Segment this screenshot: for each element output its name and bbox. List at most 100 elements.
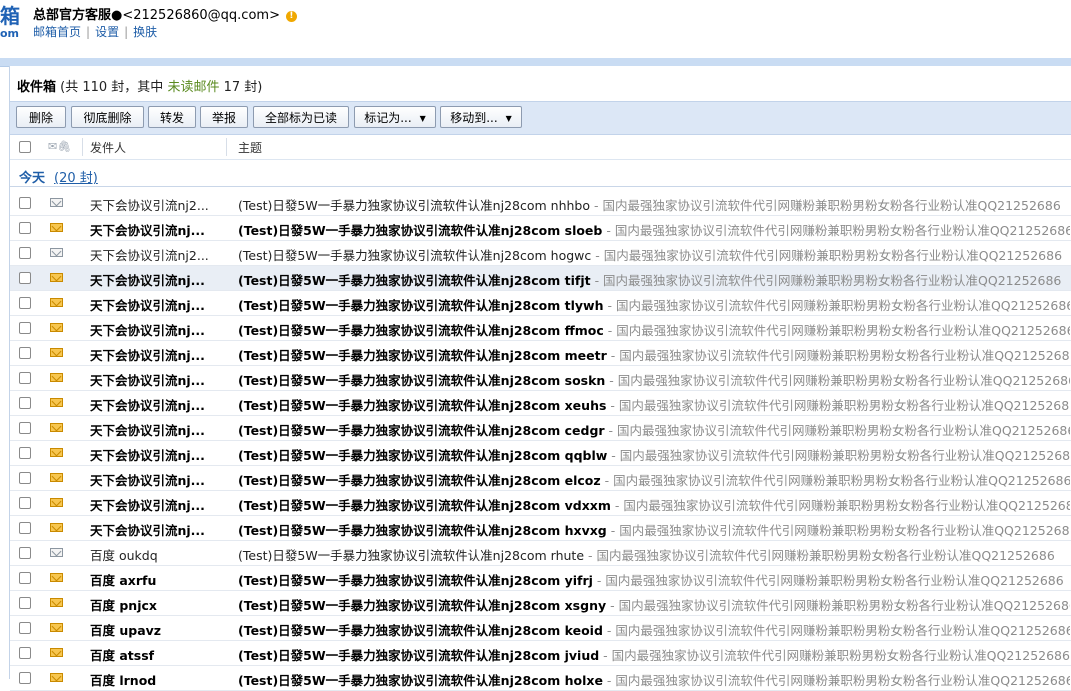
mark-all-read-button[interactable]: 全部标为已读 [253, 106, 349, 128]
report-button[interactable]: 举报 [200, 106, 248, 128]
group-count-link[interactable]: (20 封) [54, 167, 98, 186]
row-checkbox[interactable] [19, 197, 31, 209]
mail-sender[interactable]: 天下会协议引流nj... [90, 320, 220, 339]
row-checkbox[interactable] [19, 397, 31, 409]
mail-sender[interactable]: 天下会协议引流nj... [90, 395, 220, 414]
mail-subject-cell[interactable]: (Test)日發5W一手暴力独家协议引流软件认准nj28com xeuhs - … [238, 395, 1070, 414]
mail-row[interactable]: 天下会协议引流nj... (Test)日發5W一手暴力独家协议引流软件认准nj28… [10, 466, 1071, 491]
row-checkbox[interactable] [19, 372, 31, 384]
link-skin[interactable]: 换肤 [133, 25, 157, 39]
mail-row[interactable]: 天下会协议引流nj... (Test)日發5W一手暴力独家协议引流软件认准nj28… [10, 416, 1071, 441]
mail-sender[interactable]: 天下会协议引流nj... [90, 295, 220, 314]
row-checkbox[interactable] [19, 497, 31, 509]
mail-row[interactable]: 天下会协议引流nj... (Test)日發5W一手暴力独家协议引流软件认准nj28… [10, 366, 1071, 391]
mail-subject-cell[interactable]: (Test)日發5W一手暴力独家协议引流软件认准nj28com jviud - … [238, 645, 1070, 664]
mail-subject-cell[interactable]: (Test)日發5W一手暴力独家协议引流软件认准nj28com yifrj - … [238, 570, 1070, 589]
mail-row[interactable]: 天下会协议引流nj... (Test)日發5W一手暴力独家协议引流软件认准nj28… [10, 341, 1071, 366]
mail-subject-cell[interactable]: (Test)日發5W一手暴力独家协议引流软件认准nj28com hogwc - … [238, 245, 1070, 264]
mark-as-dropdown[interactable]: 标记为... ▼ [354, 106, 436, 128]
row-checkbox[interactable] [19, 272, 31, 284]
select-all-checkbox[interactable] [19, 141, 31, 153]
mail-row[interactable]: 百度 upavz (Test)日發5W一手暴力独家协议引流软件认准nj28com … [10, 616, 1071, 641]
mail-subject-cell[interactable]: (Test)日發5W一手暴力独家协议引流软件认准nj28com qqblw - … [238, 445, 1070, 464]
mail-subject-cell[interactable]: (Test)日發5W一手暴力独家协议引流软件认准nj28com xsgny - … [238, 595, 1070, 614]
warning-icon[interactable]: ! [285, 11, 297, 22]
mail-subject-cell[interactable]: (Test)日發5W一手暴力独家协议引流软件认准nj28com vdxxm - … [238, 495, 1070, 514]
mail-subject-cell[interactable]: (Test)日發5W一手暴力独家协议引流软件认准nj28com hxvxg - … [238, 520, 1070, 539]
mail-sender[interactable]: 天下会协议引流nj... [90, 520, 220, 539]
row-checkbox[interactable] [19, 297, 31, 309]
mail-row[interactable]: 百度 atssf (Test)日發5W一手暴力独家协议引流软件认准nj28com … [10, 641, 1071, 666]
mail-sender[interactable]: 天下会协议引流nj... [90, 420, 220, 439]
row-checkbox[interactable] [19, 247, 31, 259]
row-checkbox[interactable] [19, 647, 31, 659]
mail-subject-cell[interactable]: (Test)日發5W一手暴力独家协议引流软件认准nj28com tlywh - … [238, 295, 1070, 314]
mail-sender[interactable]: 天下会协议引流nj2... [90, 195, 220, 214]
mail-subject-cell[interactable]: (Test)日發5W一手暴力独家协议引流软件认准nj28com soskn - … [238, 370, 1070, 389]
delete-button[interactable]: 删除 [16, 106, 66, 128]
mail-subject-cell[interactable]: (Test)日發5W一手暴力独家协议引流软件认准nj28com keoid - … [238, 620, 1070, 639]
row-checkbox[interactable] [19, 347, 31, 359]
mail-row[interactable]: 百度 pnjcx (Test)日發5W一手暴力独家协议引流软件认准nj28com … [10, 591, 1071, 616]
row-checkbox[interactable] [19, 447, 31, 459]
unread-mail-link[interactable]: 未读邮件 [167, 80, 219, 95]
row-checkbox[interactable] [19, 572, 31, 584]
mail-sender[interactable]: 天下会协议引流nj... [90, 445, 220, 464]
mail-sender[interactable]: 天下会协议引流nj... [90, 220, 220, 239]
row-checkbox[interactable] [19, 422, 31, 434]
mail-sender[interactable]: 百度 upavz [90, 620, 220, 639]
row-checkbox[interactable] [19, 622, 31, 634]
mail-sender[interactable]: 百度 lrnod [90, 670, 220, 689]
mail-sender[interactable]: 百度 pnjcx [90, 595, 220, 614]
mail-subject-cell[interactable]: (Test)日發5W一手暴力独家协议引流软件认准nj28com ffmoc - … [238, 320, 1070, 339]
mail-row[interactable]: 天下会协议引流nj... (Test)日發5W一手暴力独家协议引流软件认准nj28… [10, 316, 1071, 341]
mail-subject-cell[interactable]: (Test)日發5W一手暴力独家协议引流软件认准nj28com sloeb - … [238, 220, 1070, 239]
mail-sender[interactable]: 天下会协议引流nj... [90, 345, 220, 364]
mail-sender[interactable]: 天下会协议引流nj... [90, 370, 220, 389]
envelope-attachment-icon[interactable]: ✉🖇 [48, 140, 71, 153]
mail-row[interactable]: 天下会协议引流nj... (Test)日發5W一手暴力独家协议引流软件认准nj28… [10, 291, 1071, 316]
mail-row[interactable]: 天下会协议引流nj... (Test)日發5W一手暴力独家协议引流软件认准nj28… [10, 216, 1071, 241]
link-mail-home[interactable]: 邮箱首页 [33, 25, 81, 39]
mail-sender[interactable]: 百度 atssf [90, 645, 220, 664]
row-checkbox[interactable] [19, 597, 31, 609]
delete-permanently-button[interactable]: 彻底删除 [71, 106, 144, 128]
mail-subject-cell[interactable]: (Test)日發5W一手暴力独家协议引流软件认准nj28com meetr - … [238, 345, 1070, 364]
mail-row[interactable]: 天下会协议引流nj... (Test)日發5W一手暴力独家协议引流软件认准nj28… [10, 441, 1071, 466]
mail-subject-cell[interactable]: (Test)日發5W一手暴力独家协议引流软件认准nj28com cedgr - … [238, 420, 1070, 439]
mail-row[interactable]: 天下会协议引流nj... (Test)日發5W一手暴力独家协议引流软件认准nj28… [10, 491, 1071, 516]
row-checkbox[interactable] [19, 547, 31, 559]
move-to-dropdown[interactable]: 移动到... ▼ [440, 106, 522, 128]
mail-row[interactable]: 天下会协议引流nj... (Test)日發5W一手暴力独家协议引流软件认准nj28… [10, 266, 1071, 291]
mail-row[interactable]: 百度 oukdq (Test)日發5W一手暴力独家协议引流软件认准nj28com … [10, 541, 1071, 566]
mail-sender[interactable]: 天下会协议引流nj... [90, 495, 220, 514]
unread-envelope-icon [50, 398, 63, 407]
mail-row[interactable]: 天下会协议引流nj2... (Test)日發5W一手暴力独家协议引流软件认准nj2… [10, 191, 1071, 216]
mail-sender[interactable]: 天下会协议引流nj... [90, 470, 220, 489]
sender-column-header[interactable]: 发件人 [90, 139, 126, 156]
mail-logo[interactable]: 箱 om [0, 4, 20, 40]
row-checkbox[interactable] [19, 672, 31, 684]
mail-subject-cell[interactable]: (Test)日發5W一手暴力独家协议引流软件认准nj28com rhute - … [238, 545, 1070, 564]
mail-subject-cell[interactable]: (Test)日發5W一手暴力独家协议引流软件认准nj28com nhhbo - … [238, 195, 1070, 214]
mail-sender[interactable]: 天下会协议引流nj... [90, 270, 220, 289]
subject-column-header[interactable]: 主题 [238, 139, 262, 156]
mail-sender[interactable]: 天下会协议引流nj2... [90, 245, 220, 264]
mail-row[interactable]: 天下会协议引流nj2... (Test)日發5W一手暴力独家协议引流软件认准nj2… [10, 241, 1071, 266]
mail-subject-cell[interactable]: (Test)日發5W一手暴力独家协议引流软件认准nj28com holxe - … [238, 670, 1070, 689]
row-checkbox[interactable] [19, 472, 31, 484]
mail-sender[interactable]: 百度 axrfu [90, 570, 220, 589]
link-settings[interactable]: 设置 [95, 25, 119, 39]
mail-subject-cell[interactable]: (Test)日發5W一手暴力独家协议引流软件认准nj28com elcoz - … [238, 470, 1070, 489]
row-checkbox[interactable] [19, 522, 31, 534]
row-checkbox[interactable] [19, 322, 31, 334]
mail-row[interactable]: 天下会协议引流nj... (Test)日發5W一手暴力独家协议引流软件认准nj28… [10, 516, 1071, 541]
mail-subject: (Test)日發5W一手暴力独家协议引流软件认准nj28com nhhbo [238, 198, 591, 213]
mail-subject-cell[interactable]: (Test)日發5W一手暴力独家协议引流软件认准nj28com tifjt - … [238, 270, 1070, 289]
mail-sender[interactable]: 百度 oukdq [90, 545, 220, 564]
mail-row[interactable]: 天下会协议引流nj... (Test)日發5W一手暴力独家协议引流软件认准nj28… [10, 391, 1071, 416]
forward-button[interactable]: 转发 [148, 106, 196, 128]
row-checkbox[interactable] [19, 222, 31, 234]
mail-row[interactable]: 百度 axrfu (Test)日發5W一手暴力独家协议引流软件认准nj28com … [10, 566, 1071, 591]
column-header: ✉🖇 发件人 主题 [10, 135, 1071, 160]
